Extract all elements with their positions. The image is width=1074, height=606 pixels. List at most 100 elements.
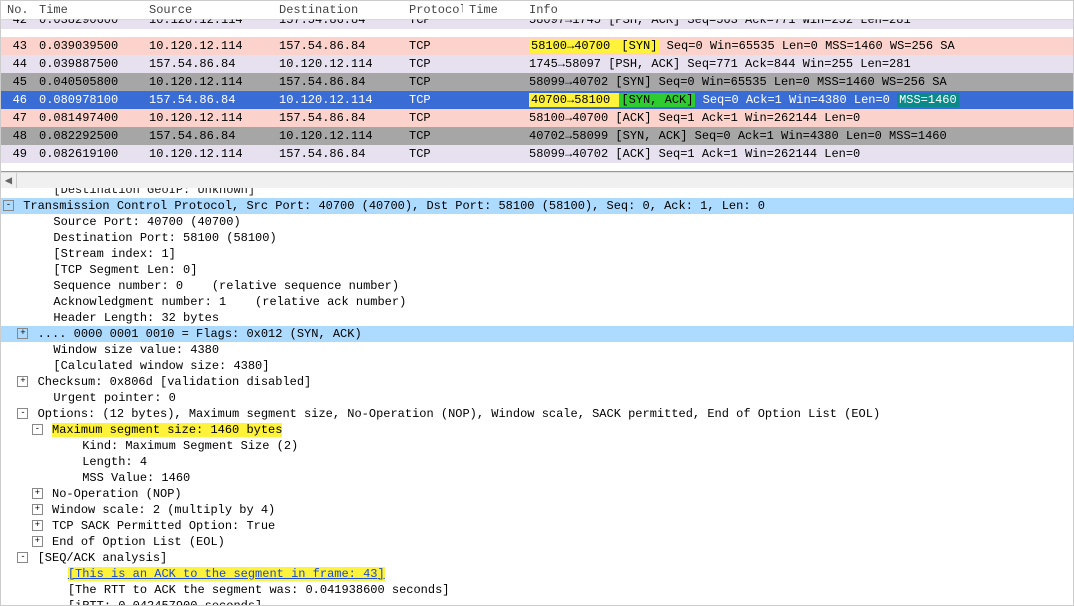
tree-text: MSS Value: 1460 bbox=[82, 471, 190, 485]
expand-icon[interactable]: + bbox=[32, 504, 43, 515]
packet-cell: TCP bbox=[403, 109, 463, 127]
tree-line[interactable]: + End of Option List (EOL) bbox=[1, 534, 1073, 550]
packet-cell bbox=[463, 91, 523, 109]
tree-line[interactable]: Destination Port: 58100 (58100) bbox=[1, 230, 1073, 246]
col-header-time2[interactable]: Time bbox=[463, 1, 523, 20]
packet-info-cell: Source port: 53056 Destination port: 228… bbox=[523, 163, 1073, 171]
tree-line[interactable]: Sequence number: 0 (relative sequence nu… bbox=[1, 278, 1073, 294]
packet-cell bbox=[463, 37, 523, 55]
packet-table[interactable]: No. Time Source Destination Protocol Tim… bbox=[1, 1, 1073, 171]
packet-cell: 0.082648100 bbox=[33, 163, 143, 171]
packet-row[interactable]: 450.04050580010.120.12.114157.54.86.84TC… bbox=[1, 73, 1073, 91]
tree-line[interactable]: + TCP SACK Permitted Option: True bbox=[1, 518, 1073, 534]
packet-cell: 157.54.86.84 bbox=[273, 37, 403, 55]
collapse-icon[interactable]: - bbox=[17, 552, 28, 563]
collapse-icon[interactable]: - bbox=[3, 200, 14, 211]
packet-row[interactable]: 460.080978100157.54.86.8410.120.12.114TC… bbox=[1, 91, 1073, 109]
packet-cell: 45 bbox=[1, 73, 33, 91]
tree-text: No-Operation (NOP) bbox=[52, 487, 182, 501]
tree-line[interactable]: + No-Operation (NOP) bbox=[1, 486, 1073, 502]
tree-text: Maximum segment size: 1460 bytes bbox=[52, 423, 282, 437]
packet-cell: 0.080978100 bbox=[33, 91, 143, 109]
tree-text: Length: 4 bbox=[82, 455, 147, 469]
tree-line[interactable]: - Maximum segment size: 1460 bytes bbox=[1, 422, 1073, 438]
packet-cell: 157.54.86.84 bbox=[143, 55, 273, 73]
tree-text: [Stream index: 1] bbox=[53, 247, 175, 261]
packet-info-cell: 1745→58097 [PSH, ACK] Seq=771 Ack=844 Wi… bbox=[523, 55, 1073, 73]
scroll-left-icon[interactable]: ◀ bbox=[1, 173, 17, 188]
tree-line[interactable]: Urgent pointer: 0 bbox=[1, 390, 1073, 406]
packet-cell: 157.54.86.84 bbox=[143, 127, 273, 145]
tree-line[interactable]: + Checksum: 0x806d [validation disabled] bbox=[1, 374, 1073, 390]
tree-line[interactable]: - Options: (12 bytes), Maximum segment s… bbox=[1, 406, 1073, 422]
tree-line[interactable]: [The RTT to ACK the segment was: 0.04193… bbox=[1, 582, 1073, 598]
packet-cell: TCP bbox=[403, 37, 463, 55]
col-header-proto[interactable]: Protocol bbox=[403, 1, 463, 20]
tree-line[interactable]: - [SEQ/ACK analysis] bbox=[1, 550, 1073, 566]
tree-text: ] bbox=[377, 567, 384, 581]
tree-line[interactable]: Window size value: 4380 bbox=[1, 342, 1073, 358]
packet-cell: 10.120.12.114 bbox=[273, 55, 403, 73]
packet-details-pane[interactable]: [Destination GeoIP: Unknown]- Transmissi… bbox=[1, 188, 1073, 605]
tree-line[interactable]: [TCP Segment Len: 0] bbox=[1, 262, 1073, 278]
packet-info-cell: 58100→40700 [ACK] Seq=1 Ack=1 Win=262144… bbox=[523, 109, 1073, 127]
tree-line[interactable]: + .... 0000 0001 0010 = Flags: 0x012 (SY… bbox=[1, 326, 1073, 342]
expand-icon[interactable]: + bbox=[17, 376, 28, 387]
collapse-icon[interactable]: - bbox=[17, 408, 28, 419]
tree-text: Destination Port: 58100 (58100) bbox=[53, 231, 276, 245]
tree-text: Kind: Maximum Segment Size (2) bbox=[82, 439, 298, 453]
tree-text: Checksum: 0x806d [validation disabled] bbox=[38, 375, 312, 389]
tree-text: .... 0000 0001 0010 = Flags: 0x012 (SYN,… bbox=[38, 327, 362, 341]
packet-row[interactable]: 470.08149740010.120.12.114157.54.86.84TC… bbox=[1, 109, 1073, 127]
horizontal-scrollbar[interactable]: ◀ bbox=[1, 172, 1073, 188]
packet-row[interactable]: 430.03903950010.120.12.114157.54.86.84TC… bbox=[1, 37, 1073, 55]
wireshark-window: No. Time Source Destination Protocol Tim… bbox=[0, 0, 1074, 606]
packet-cell: 10.120.12.114 bbox=[143, 73, 273, 91]
packet-cell: 49 bbox=[1, 145, 33, 163]
packet-row[interactable]: 500.0826481002001:4898:f0:31:52001:4898:… bbox=[1, 163, 1073, 171]
tree-line[interactable]: [This is an ACK to the segment in frame:… bbox=[1, 566, 1073, 582]
col-header-info[interactable]: Info bbox=[523, 1, 1073, 20]
packet-info-cell: 40702→58099 [SYN, ACK] Seq=0 Ack=1 Win=4… bbox=[523, 127, 1073, 145]
packet-row[interactable]: 440.039887500157.54.86.8410.120.12.114TC… bbox=[1, 55, 1073, 73]
packet-cell: 2001:4898:f0:31: bbox=[273, 163, 403, 171]
expand-icon[interactable]: + bbox=[32, 520, 43, 531]
tree-line[interactable]: + Window scale: 2 (multiply by 4) bbox=[1, 502, 1073, 518]
packet-cell: 48 bbox=[1, 127, 33, 145]
tree-text: End of Option List (EOL) bbox=[52, 535, 225, 549]
packet-cell: 44 bbox=[1, 55, 33, 73]
packet-table-header[interactable]: No. Time Source Destination Protocol Tim… bbox=[1, 1, 1073, 20]
tree-line[interactable]: Header Length: 32 bytes bbox=[1, 310, 1073, 326]
packet-cell: 157.54.86.84 bbox=[273, 109, 403, 127]
tree-line[interactable]: [Destination GeoIP: Unknown] bbox=[1, 188, 1073, 198]
col-header-dest[interactable]: Destination bbox=[273, 1, 403, 20]
col-header-source[interactable]: Source bbox=[143, 1, 273, 20]
tree-text: Acknowledgment number: 1 (relative ack n… bbox=[53, 295, 406, 309]
tree-line[interactable]: [Stream index: 1] bbox=[1, 246, 1073, 262]
packet-cell: 2001:4898:f0:31:5 bbox=[143, 163, 273, 171]
expand-icon[interactable]: + bbox=[32, 536, 43, 547]
packet-cell: 0.082619100 bbox=[33, 145, 143, 163]
expand-icon[interactable]: + bbox=[32, 488, 43, 499]
packet-info-cell: 40700→58100 [SYN, ACK] Seq=0 Ack=1 Win=4… bbox=[523, 91, 1073, 109]
col-header-time[interactable]: Time bbox=[33, 1, 143, 20]
packet-cell: 10.120.12.114 bbox=[273, 91, 403, 109]
tree-line[interactable]: [iRTT: 0.042457900 seconds] bbox=[1, 598, 1073, 605]
col-header-no[interactable]: No. bbox=[1, 1, 33, 20]
packet-cell: 0.039887500 bbox=[33, 55, 143, 73]
tree-line[interactable]: [Calculated window size: 4380] bbox=[1, 358, 1073, 374]
expand-icon[interactable]: + bbox=[17, 328, 28, 339]
tree-line[interactable]: Acknowledgment number: 1 (relative ack n… bbox=[1, 294, 1073, 310]
tree-line[interactable]: Kind: Maximum Segment Size (2) bbox=[1, 438, 1073, 454]
packet-cell: TCP bbox=[403, 145, 463, 163]
collapse-icon[interactable]: - bbox=[32, 424, 43, 435]
packet-cell: 10.120.12.114 bbox=[143, 109, 273, 127]
packet-row[interactable]: 490.08261910010.120.12.114157.54.86.84TC… bbox=[1, 145, 1073, 163]
tree-text: [Destination GeoIP: Unknown] bbox=[53, 188, 255, 197]
tree-line[interactable]: MSS Value: 1460 bbox=[1, 470, 1073, 486]
tree-text: 43 bbox=[363, 567, 377, 581]
tree-line[interactable]: Source Port: 40700 (40700) bbox=[1, 214, 1073, 230]
tree-line[interactable]: - Transmission Control Protocol, Src Por… bbox=[1, 198, 1073, 214]
packet-row[interactable]: 480.082292500157.54.86.8410.120.12.114TC… bbox=[1, 127, 1073, 145]
tree-line[interactable]: Length: 4 bbox=[1, 454, 1073, 470]
